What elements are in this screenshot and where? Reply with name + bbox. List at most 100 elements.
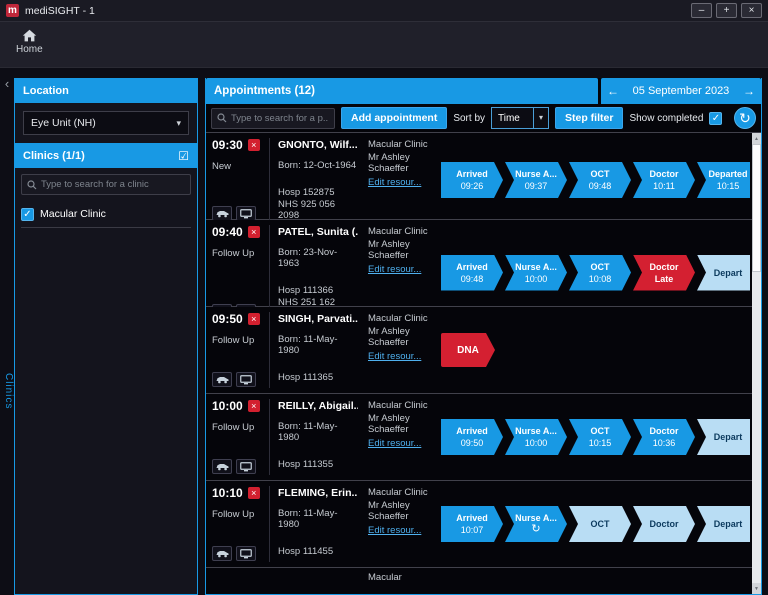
step-arrived[interactable]: Arrived 09:26 xyxy=(441,162,503,198)
workstation-button[interactable] xyxy=(236,546,256,561)
app-logo-icon: m xyxy=(6,4,19,17)
checklist-icon[interactable]: ☑ xyxy=(178,149,189,163)
scrollbar-track[interactable] xyxy=(752,272,761,583)
step-depart[interactable]: Depart xyxy=(697,419,750,455)
transport-button[interactable] xyxy=(212,546,232,561)
clinic-list-item[interactable]: ✓ Macular Clinic xyxy=(21,201,191,228)
appointment-row[interactable]: 09:50 × Follow Up SINGH, Parvati... Born… xyxy=(206,307,752,394)
step-depart[interactable]: Depart xyxy=(697,506,750,542)
step-time: 09:37 xyxy=(524,181,548,191)
step-doctor[interactable]: Doctor 10:36 xyxy=(633,419,695,455)
hospital-number: Hosp 111455 xyxy=(278,546,334,557)
location-dropdown[interactable]: Eye Unit (NH) ▾ xyxy=(23,111,189,135)
step-doctor[interactable]: Doctor xyxy=(633,506,695,542)
step-filter-button[interactable]: Step filter xyxy=(555,107,624,129)
clinic-label: Macular Clinic xyxy=(40,208,106,220)
prev-day-icon[interactable]: ← xyxy=(607,84,619,98)
appointment-row[interactable]: 09:40 × Follow Up PATEL, Sunita (... Bor… xyxy=(206,220,752,320)
appointment-row[interactable]: 09:30 × New GNONTO, Wilf... Born: 12-Oct… xyxy=(206,133,752,222)
patient-born: Born: 11-May-1980 xyxy=(278,508,338,530)
step-arrived[interactable]: Arrived 09:48 xyxy=(441,255,503,291)
transport-button[interactable] xyxy=(212,206,232,221)
edit-resources-link[interactable]: Edit resour... xyxy=(368,525,421,536)
appointment-row-partial[interactable]: Macular xyxy=(206,568,752,594)
step-label: Nurse A... xyxy=(515,513,557,523)
clinics-vertical-tab[interactable]: Clinics xyxy=(1,373,14,409)
step-label: OCT xyxy=(590,169,610,179)
workstation-button[interactable] xyxy=(236,372,256,387)
step-time: 10:00 xyxy=(524,273,548,284)
edit-resources-link[interactable]: Edit resour... xyxy=(368,177,421,188)
patient-search-box xyxy=(211,107,335,129)
scroll-up-icon[interactable]: ▲ xyxy=(752,133,761,144)
maximize-button[interactable]: + xyxy=(716,3,737,18)
step-arrived[interactable]: Arrived 10:07 xyxy=(441,506,503,542)
clinician-name: Mr Ashley Schaeffer xyxy=(368,152,410,174)
show-completed-checkbox[interactable]: ✓ xyxy=(709,111,723,125)
scrollbar[interactable]: ▲ ▼ xyxy=(752,133,761,594)
hospital-number: Hosp 111365 xyxy=(278,372,334,383)
step-label: Departed xyxy=(708,169,748,179)
add-appointment-button[interactable]: Add appointment xyxy=(341,107,448,129)
appointment-row[interactable]: 10:10 × Follow Up FLEMING, Erin... Born:… xyxy=(206,481,752,568)
workstation-button[interactable] xyxy=(236,459,256,474)
clinic-search-input[interactable] xyxy=(41,179,185,190)
clinic-checkbox[interactable]: ✓ xyxy=(21,207,34,221)
step-arrived[interactable]: Arrived 09:50 xyxy=(441,419,503,455)
minimize-button[interactable]: – xyxy=(691,3,712,18)
appointment-steps xyxy=(438,571,750,589)
collapse-sidebar-icon[interactable]: ‹ xyxy=(0,77,14,90)
step-label: Doctor xyxy=(649,519,679,529)
time-column xyxy=(212,571,270,589)
home-button[interactable]: Home xyxy=(16,29,43,55)
patient-column: PATEL, Sunita (... Born: 23-Nov-1963 Hos… xyxy=(270,225,362,320)
scrollbar-thumb[interactable] xyxy=(752,144,761,272)
sort-dropdown[interactable]: Time ▾ xyxy=(491,107,550,129)
step-oct[interactable]: OCT xyxy=(569,506,631,542)
patient-born: Born: 23-Nov-1963 xyxy=(278,247,338,269)
step-depart[interactable]: Depart xyxy=(697,255,750,291)
transport-button[interactable] xyxy=(212,372,232,387)
appointment-steps: Arrived 09:50 Nurse A... 10:00 OCT 10:15 Docto… xyxy=(438,399,750,475)
cancel-appointment-icon[interactable]: × xyxy=(247,400,260,412)
step-nursea[interactable]: Nurse A... ↻ xyxy=(505,506,567,542)
scroll-down-icon[interactable]: ▼ xyxy=(752,583,761,594)
step-nursea[interactable]: Nurse A... 10:00 xyxy=(505,419,567,455)
edit-resources-link[interactable]: Edit resour... xyxy=(368,351,421,362)
cancel-appointment-icon[interactable]: × xyxy=(247,226,260,238)
window-title: mediSIGHT - 1 xyxy=(25,4,95,17)
appointment-row[interactable]: 10:00 × Follow Up REILLY, Abigail... Bor… xyxy=(206,394,752,481)
step-dna[interactable]: DNA xyxy=(441,333,495,367)
step-nursea[interactable]: Nurse A... 09:37 xyxy=(505,162,567,198)
appointment-status: Follow Up xyxy=(212,509,255,520)
patient-column: FLEMING, Erin... Born: 11-May-1980 Hosp … xyxy=(270,486,362,562)
edit-resources-link[interactable]: Edit resour... xyxy=(368,438,421,449)
appointment-steps: Arrived 10:07 Nurse A... ↻ OCT Doctor Depart xyxy=(438,486,750,562)
car-icon xyxy=(216,551,228,558)
patient-name: REILLY, Abigail... xyxy=(278,400,358,412)
step-oct[interactable]: OCT 10:15 xyxy=(569,419,631,455)
step-time: 10:00 xyxy=(524,438,548,448)
patient-name: SINGH, Parvati... xyxy=(278,313,358,325)
step-nursea[interactable]: Nurse A... 10:00 xyxy=(505,255,567,291)
cancel-appointment-icon[interactable]: × xyxy=(247,487,260,499)
patient-search-input[interactable] xyxy=(231,112,329,124)
step-doctor[interactable]: Doctor Late xyxy=(633,255,695,291)
step-time: 09:50 xyxy=(460,438,484,448)
appointment-steps: Arrived 09:48 Nurse A... 10:00 OCT 10:08 Docto… xyxy=(438,225,750,320)
workstation-button[interactable] xyxy=(236,206,256,221)
row-icons xyxy=(212,372,265,388)
step-oct[interactable]: OCT 10:08 xyxy=(569,255,631,291)
transport-button[interactable] xyxy=(212,459,232,474)
step-doctor[interactable]: Doctor 10:11 xyxy=(633,162,695,198)
step-departed[interactable]: Departed 10:15 xyxy=(697,162,750,198)
step-oct[interactable]: OCT 09:48 xyxy=(569,162,631,198)
refresh-button[interactable]: ↻ xyxy=(734,107,756,129)
cancel-appointment-icon[interactable]: × xyxy=(247,313,260,325)
next-day-icon[interactable]: → xyxy=(743,84,755,98)
close-button[interactable]: × xyxy=(741,3,762,18)
appointment-time: 09:40 xyxy=(212,225,243,239)
edit-resources-link[interactable]: Edit resour... xyxy=(368,264,421,275)
cancel-appointment-icon[interactable]: × xyxy=(247,139,260,151)
appointment-time: 09:30 xyxy=(212,138,243,152)
